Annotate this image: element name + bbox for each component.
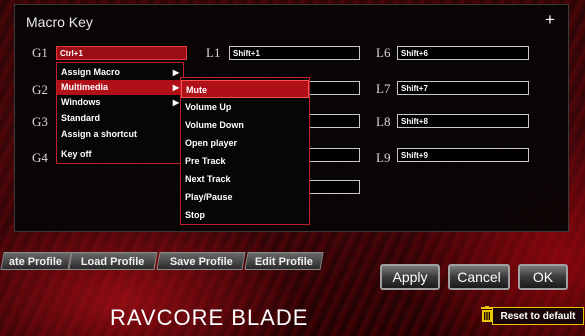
reset-control: Reset to default	[474, 306, 585, 326]
submenu-item-stop[interactable]: Stop	[181, 206, 309, 224]
key-field-l9[interactable]: Shift+9	[397, 148, 529, 162]
submenu-item-play-pause[interactable]: Play/Pause	[181, 188, 309, 206]
key-field-l7[interactable]: Shift+7	[397, 81, 529, 95]
context-menu: Assign Macro ▶ Multimedia ▶ Windows ▶ St…	[56, 62, 184, 164]
key-field-g1[interactable]: Ctrl+1	[56, 46, 187, 60]
key-label-l1: L1	[206, 45, 221, 60]
key-field-l3[interactable]	[309, 114, 360, 128]
submenu-arrow-icon: ▶	[172, 83, 179, 92]
menu-item-standard[interactable]: Standard	[57, 111, 183, 126]
apply-button[interactable]: Apply	[380, 264, 440, 290]
submenu-item-pre-track[interactable]: Pre Track	[181, 152, 309, 170]
key-label-g3: G3	[32, 114, 48, 129]
key-label-g2: G2	[32, 82, 48, 97]
tab-label: Edit Profile	[254, 256, 313, 268]
tab-load-profile[interactable]: Load Profile	[68, 252, 158, 270]
tab-save-profile[interactable]: Save Profile	[156, 252, 246, 270]
key-label-l9: L9	[376, 150, 391, 165]
menu-item-key-off[interactable]: Key off	[57, 147, 183, 162]
key-field-l5[interactable]	[309, 180, 360, 194]
submenu-item-volume-up[interactable]: Volume Up	[181, 98, 309, 116]
key-label-l6: L6	[376, 45, 391, 60]
submenu-item-mute[interactable]: Mute	[181, 80, 309, 98]
menu-item-multimedia[interactable]: Multimedia ▶	[57, 80, 183, 95]
key-field-l6[interactable]: Shift+6	[397, 46, 529, 60]
brand-name: RAVCORE BLADE	[110, 305, 309, 330]
key-field-l4[interactable]	[309, 148, 360, 162]
reset-to-default-button[interactable]: Reset to default	[492, 307, 584, 325]
dialog-title: Macro Key	[26, 14, 93, 30]
key-field-l1[interactable]: Shift+1	[229, 46, 360, 60]
menu-item-assign-shortcut[interactable]: Assign a shortcut	[57, 127, 183, 142]
submenu-arrow-icon: ▶	[172, 68, 179, 77]
key-field-l8[interactable]: Shift+8	[397, 114, 529, 128]
menu-item-label: Multimedia	[61, 82, 109, 92]
submenu-item-next-track[interactable]: Next Track	[181, 170, 309, 188]
tab-label: Load Profile	[81, 256, 145, 268]
key-label-l7: L7	[376, 81, 391, 96]
menu-item-label: Assign Macro	[61, 67, 121, 77]
key-field-l2[interactable]	[309, 81, 360, 95]
submenu-item-volume-down[interactable]: Volume Down	[181, 116, 309, 134]
key-label-g4: G4	[32, 150, 48, 165]
tab-edit-profile[interactable]: Edit Profile	[244, 252, 324, 270]
menu-item-assign-macro[interactable]: Assign Macro ▶	[57, 65, 183, 80]
add-icon[interactable]: +	[545, 10, 555, 30]
menu-item-label: Windows	[61, 97, 101, 107]
tab-create-profile[interactable]: ate Profile	[0, 252, 72, 270]
submenu-arrow-icon: ▶	[172, 98, 179, 107]
submenu-item-open-player[interactable]: Open player	[181, 134, 309, 152]
multimedia-submenu: Mute Volume Up Volume Down Open player P…	[180, 77, 310, 225]
cancel-button[interactable]: Cancel	[448, 264, 510, 290]
key-label-g1: G1	[32, 45, 48, 60]
ok-button[interactable]: OK	[518, 264, 568, 290]
key-label-l8: L8	[376, 114, 391, 129]
tab-label: Save Profile	[169, 256, 233, 268]
menu-item-windows[interactable]: Windows ▶	[57, 95, 183, 110]
tab-label: ate Profile	[9, 256, 63, 268]
